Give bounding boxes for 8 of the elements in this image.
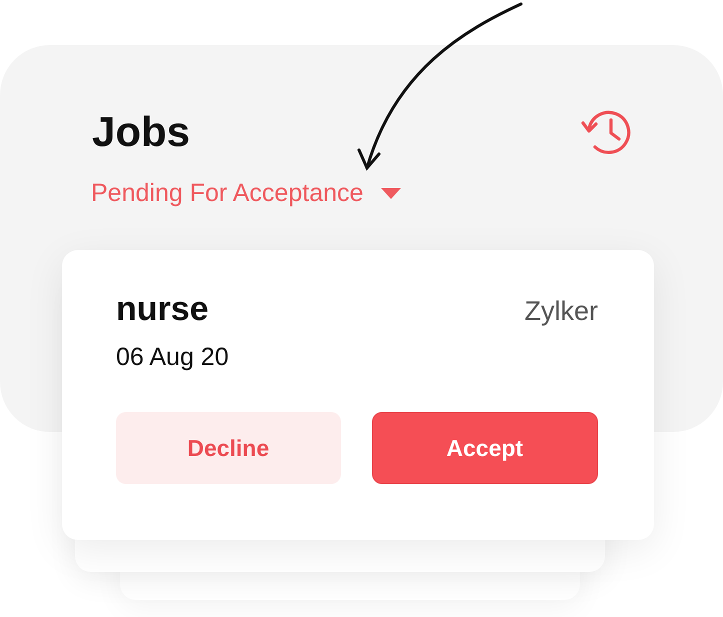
filter-dropdown[interactable]: Pending For Acceptance — [91, 179, 402, 208]
job-title: nurse — [116, 290, 209, 329]
page-title: Jobs — [92, 108, 190, 156]
decline-button[interactable]: Decline — [116, 412, 340, 484]
job-date: 06 Aug 20 — [116, 343, 230, 372]
accept-button[interactable]: Accept — [372, 412, 598, 484]
caret-icon — [381, 188, 402, 199]
company-name: Zylker — [524, 296, 598, 327]
